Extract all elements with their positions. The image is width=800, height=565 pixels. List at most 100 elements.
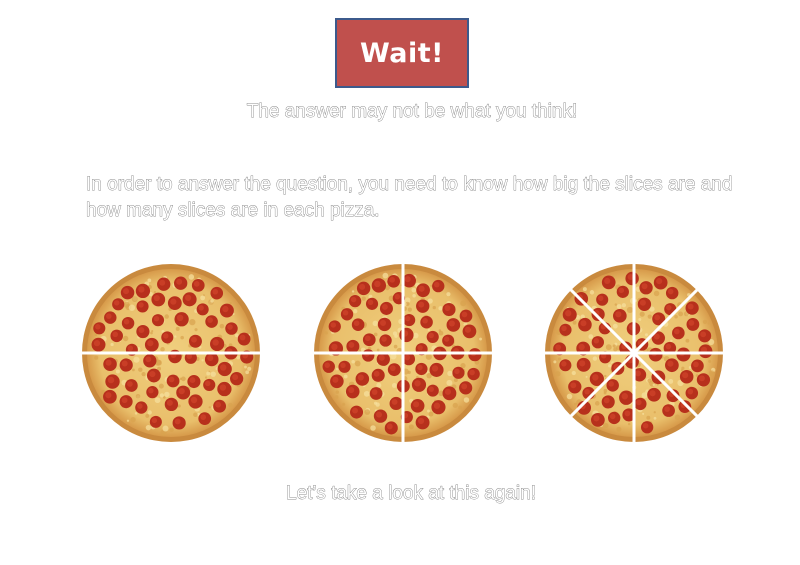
pepperoni-highlight <box>359 283 366 290</box>
cheese-speck <box>412 294 416 298</box>
pepperoni-highlight <box>151 417 158 424</box>
cheese-speck <box>391 383 397 388</box>
pepperoni-highlight <box>193 281 200 287</box>
cheese-speck <box>588 334 594 339</box>
pepperoni-highlight <box>176 314 184 322</box>
cheese-speck <box>393 344 398 349</box>
pepperoni-highlight <box>417 364 423 371</box>
pepperoni-highlight <box>593 338 600 344</box>
pizza-quarters-image <box>312 262 494 444</box>
pepperoni-highlight <box>592 374 599 381</box>
subtitle-text: The answer may not be what you think! <box>246 101 578 123</box>
pepperoni-highlight <box>454 368 460 375</box>
cheese-speck <box>670 339 673 343</box>
title-box: Wait! <box>335 18 469 88</box>
cheese-speck <box>343 374 348 379</box>
cheese-speck <box>179 377 182 381</box>
cheese-speck <box>210 371 216 377</box>
cheese-speck <box>145 424 152 431</box>
pepperoni-highlight <box>378 354 385 361</box>
cheese-speck <box>438 306 443 311</box>
cheese-speck <box>572 320 577 325</box>
pepperoni-highlight <box>404 315 411 322</box>
pepperoni-highlight <box>418 301 425 308</box>
cheese-speck <box>603 422 609 429</box>
pepperoni-highlight <box>113 300 120 306</box>
pepperoni-highlight <box>95 324 101 330</box>
cheese-speck <box>702 319 708 325</box>
cheese-speck <box>351 360 355 364</box>
pepperoni-highlight <box>389 276 396 283</box>
cheese-speck <box>135 393 141 399</box>
cheese-speck <box>122 335 129 342</box>
pepperoni-highlight <box>148 387 154 394</box>
pepperoni-highlight <box>389 365 396 372</box>
cheese-speck <box>708 370 715 377</box>
pepperoni-highlight <box>593 415 600 422</box>
pepperoni-highlight <box>350 296 357 303</box>
pepperoni-highlight <box>153 315 160 322</box>
pepperoni-highlight <box>667 288 674 295</box>
cheese-speck <box>161 329 165 333</box>
slide: Wait! The answer may not be what you thi… <box>0 0 800 565</box>
pepperoni-highlight <box>604 277 611 284</box>
cheese-speck <box>463 397 470 403</box>
pepperoni-highlight <box>597 295 604 301</box>
pepperoni-highlight <box>580 320 587 327</box>
pepperoni-highlight <box>138 286 145 293</box>
pepperoni-highlight <box>665 343 672 350</box>
pepperoni-highlight <box>222 305 229 313</box>
pepperoni-highlight <box>105 313 112 319</box>
cheese-speck <box>134 412 138 415</box>
pepperoni-highlight <box>198 305 204 311</box>
pepperoni-highlight <box>693 361 699 368</box>
cheese-speck <box>245 370 250 375</box>
pepperoni-highlight <box>138 327 145 334</box>
pepperoni-highlight <box>391 398 398 405</box>
pepperoni-highlight <box>352 407 358 414</box>
pepperoni-highlight <box>200 414 207 420</box>
pepperoni-highlight <box>367 299 374 306</box>
pepperoni-highlight <box>653 333 660 340</box>
pepperoni-highlight <box>382 304 388 310</box>
pepperoni-highlight <box>112 331 119 338</box>
pepperoni-highlight <box>348 386 355 394</box>
pepperoni-highlight <box>624 410 631 417</box>
cheese-speck <box>408 424 414 430</box>
cheese-speck <box>446 292 451 297</box>
cheese-speck <box>707 322 710 325</box>
cheese-speck <box>200 295 206 301</box>
pepperoni-highlight <box>121 397 128 404</box>
pepperoni-highlight <box>348 341 355 348</box>
pepperoni-highlight <box>137 403 143 409</box>
pepperoni-highlight <box>174 418 181 425</box>
cheese-speck <box>460 300 467 307</box>
pepperoni-highlight <box>428 386 435 392</box>
pepperoni-highlight <box>394 293 401 300</box>
pepperoni-highlight <box>417 417 425 425</box>
pepperoni-highlight <box>433 281 440 288</box>
cheese-speck <box>653 411 656 414</box>
cheese-speck <box>193 412 198 418</box>
cheese-speck <box>612 323 618 329</box>
pepperoni-highlight <box>170 298 177 305</box>
cheese-speck <box>585 375 588 378</box>
cheese-speck <box>428 411 434 417</box>
cheese-speck <box>641 392 648 399</box>
pepperoni-highlight <box>190 396 198 404</box>
cheese-speck <box>425 353 432 360</box>
cheese-speck <box>194 274 199 280</box>
cheese-speck <box>616 304 622 309</box>
cheese-speck <box>604 374 607 378</box>
cheese-speck <box>394 334 398 338</box>
instruction-paragraph: In order to answer the question, you nee… <box>86 174 733 222</box>
cheese-speck <box>210 299 214 303</box>
cheese-speck <box>432 305 436 310</box>
pepperoni-highlight <box>149 370 156 378</box>
pepperoni-highlight <box>189 377 196 383</box>
pepperoni-highlight <box>464 326 472 333</box>
pepperoni-highlight <box>374 280 381 288</box>
cheese-speck <box>616 426 622 432</box>
cheese-speck <box>158 383 164 389</box>
cheese-speck <box>646 415 651 420</box>
